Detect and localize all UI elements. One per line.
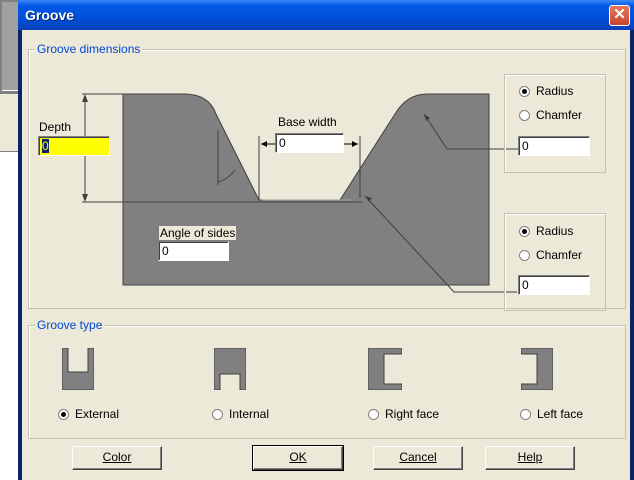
top-chamfer-option[interactable]: Chamfer bbox=[519, 108, 582, 122]
right-face-groove-icon bbox=[368, 348, 402, 390]
title-bar[interactable]: Groove ✕ bbox=[18, 0, 634, 30]
left-face-radio-icon[interactable] bbox=[520, 408, 531, 420]
groove-type-internal[interactable]: Internal bbox=[212, 407, 269, 421]
depth-input[interactable]: 0 bbox=[38, 136, 110, 156]
depth-value: 0 bbox=[42, 139, 49, 153]
external-groove-icon bbox=[62, 348, 94, 390]
base-width-input[interactable]: 0 bbox=[275, 133, 344, 153]
left-face-label: Left face bbox=[537, 407, 584, 421]
internal-label: Internal bbox=[229, 407, 270, 421]
depth-arrow-top bbox=[82, 94, 88, 102]
bottom-radius-radio-icon[interactable] bbox=[519, 225, 530, 237]
help-button[interactable]: Help bbox=[485, 446, 575, 470]
top-radius-option[interactable]: Radius bbox=[519, 84, 573, 98]
depth-arrow-bottom bbox=[82, 194, 88, 202]
bottom-radius-label: Radius bbox=[536, 224, 574, 238]
groove-dialog: Groove ✕ Groove dimensions Depth 0 Base … bbox=[18, 0, 634, 480]
internal-groove-icon bbox=[214, 348, 246, 390]
cancel-button[interactable]: Cancel bbox=[373, 446, 463, 470]
bottom-corner-value: 0 bbox=[522, 278, 529, 292]
color-button-label: Color bbox=[102, 450, 132, 464]
right-face-label: Right face bbox=[385, 407, 440, 421]
top-radius-radio-icon[interactable] bbox=[519, 85, 530, 97]
top-chamfer-radio-icon[interactable] bbox=[519, 109, 530, 121]
ok-button[interactable]: OK bbox=[252, 445, 344, 471]
dialog-title: Groove bbox=[25, 7, 75, 23]
top-corner-input[interactable]: 0 bbox=[518, 136, 590, 156]
ok-button-label: OK bbox=[289, 450, 307, 464]
base-width-arrow-right bbox=[352, 141, 358, 147]
depth-label: Depth bbox=[39, 120, 72, 134]
left-face-groove-icon bbox=[521, 348, 553, 390]
top-corner-value: 0 bbox=[522, 139, 529, 153]
bottom-corner-input[interactable]: 0 bbox=[518, 275, 590, 295]
help-button-label: Help bbox=[517, 450, 543, 464]
groove-type-left-face[interactable]: Left face bbox=[520, 407, 583, 421]
right-face-radio-icon[interactable] bbox=[368, 408, 379, 420]
base-width-arrow-left bbox=[261, 141, 267, 147]
groove-type-label: Groove type bbox=[35, 318, 105, 332]
top-radius-label: Radius bbox=[536, 84, 574, 98]
base-width-value: 0 bbox=[279, 136, 286, 150]
bottom-radius-option[interactable]: Radius bbox=[519, 224, 573, 238]
groove-type-right-face[interactable]: Right face bbox=[368, 407, 439, 421]
internal-radio-icon[interactable] bbox=[212, 408, 223, 420]
top-chamfer-label: Chamfer bbox=[536, 108, 583, 122]
bottom-chamfer-option[interactable]: Chamfer bbox=[519, 248, 582, 262]
bottom-chamfer-radio-icon[interactable] bbox=[519, 249, 530, 261]
color-button[interactable]: Color bbox=[72, 446, 162, 470]
angle-of-sides-value: 0 bbox=[162, 244, 169, 258]
close-button[interactable]: ✕ bbox=[609, 5, 630, 26]
base-width-label: Base width bbox=[278, 115, 337, 129]
dialog-client: Groove dimensions Depth 0 Base width 0 A… bbox=[22, 30, 630, 480]
angle-of-sides-input[interactable]: 0 bbox=[158, 241, 229, 261]
cancel-button-label: Cancel bbox=[399, 450, 437, 464]
groove-type-external[interactable]: External bbox=[58, 407, 119, 421]
close-icon: ✕ bbox=[613, 6, 626, 23]
bottom-chamfer-label: Chamfer bbox=[536, 248, 583, 262]
external-radio-icon[interactable] bbox=[58, 408, 69, 420]
angle-of-sides-label: Angle of sides bbox=[159, 226, 237, 240]
external-label: External bbox=[75, 407, 120, 421]
